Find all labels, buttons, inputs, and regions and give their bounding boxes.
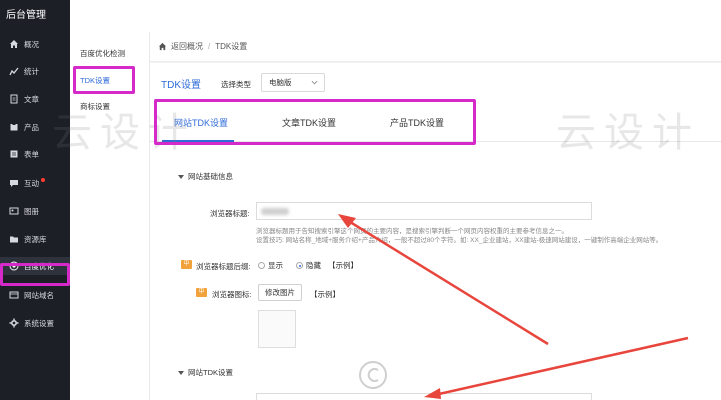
title-hint-line2: 设置技巧: 网站名称_地域+服务介绍+产品介绍，一般不超过80个字符。如: XX… [256,237,663,244]
sidebar-item-label: 概况 [24,39,39,49]
change-image-button[interactable]: 修改图片 [258,284,302,301]
type-select-value: 电脑版 [269,78,292,87]
section-site-basic[interactable]: 网站基础信息 [178,171,233,182]
sidebar-item-label: 互动 [24,178,39,188]
site-tdk-input[interactable] [256,393,592,400]
sidebar-item-label: 表单 [24,149,39,159]
image-icon [9,206,19,216]
sidebar-item-stats[interactable]: 统计 [0,62,70,80]
highlight-tabs [154,99,476,145]
radio-show-circle [258,262,265,269]
sidebar-item-label: 系统设置 [24,318,54,328]
type-select[interactable]: 电脑版 [261,73,325,92]
home-icon [9,39,19,49]
highlight-sidebar-seo [0,263,70,286]
sidebar-item-gallery[interactable]: 图册 [0,202,70,220]
browser-title-input[interactable] [256,202,592,220]
home-icon [158,42,167,51]
chart-icon [9,66,19,76]
breadcrumb-back-link[interactable]: 返回概况 [171,41,203,52]
chevron-down-icon [311,80,318,85]
sidebar-item-settings[interactable]: 系统设置 [0,314,70,332]
title-hint-line1: 浏览器标题用于告知搜索引擎这个网页的主要内容，是搜索引擎判断一个网页内容权重的主… [256,228,568,235]
sidebar-item-label: 统计 [24,66,39,76]
globe-icon [9,290,19,300]
suffix-example-link[interactable]: 【示例】 [328,260,358,271]
top-bar [70,0,721,32]
favicon-preview [258,310,296,348]
icon-label: 浏览器图标: [212,290,252,299]
gear-icon [9,318,19,328]
icon-example-link[interactable]: 【示例】 [310,289,340,300]
subnav-item-seo-check[interactable]: 百度优化检测 [80,48,125,59]
sidebar-item-label: 产品 [24,122,39,132]
suffix-label: 浏览器标题后缀: [196,262,251,271]
page-title: TDK设置 [161,80,201,91]
sidebar-item-resources[interactable]: 资源库 [0,230,70,248]
section-site-tdk-label: 网站TDK设置 [188,368,233,377]
caret-down-icon [178,174,184,179]
breadcrumb: 返回概况 / TDK设置 [150,32,721,62]
section-site-basic-label: 网站基础信息 [188,172,233,181]
form-icon [9,149,19,159]
sidebar-item-label: 文章 [24,94,39,104]
radio-show-label: 显示 [268,261,283,270]
sidebar-item-overview[interactable]: 概况 [0,35,70,53]
sidebar-item-label: 资源库 [24,234,47,244]
radio-hide-circle [296,262,303,269]
radio-show[interactable]: 显示 [258,260,283,271]
section-site-tdk[interactable]: 网站TDK设置 [178,367,233,378]
doc-icon [9,94,19,104]
type-label: 选择类型 [221,80,251,89]
sidebar-item-label: 网站域名 [24,290,54,300]
caret-down-icon [178,370,184,375]
breadcrumb-current: TDK设置 [215,42,248,51]
watermark-right: 云设计 [556,110,700,156]
chat-icon [9,178,19,188]
sidebar-item-domain[interactable]: 网站域名 [0,286,70,304]
notification-dot [41,178,45,182]
highlight-subnav-tdk [73,66,135,94]
browser-title-label: 浏览器标题: [210,209,250,218]
box-icon [9,122,19,132]
sidebar-item-label: 图册 [24,206,39,216]
radio-hide-label: 隐藏 [306,261,321,270]
brand-title: 后台管理 [6,10,46,21]
radio-hide[interactable]: 隐藏 [296,260,321,271]
blurred-title-value [261,208,289,215]
folder-icon [9,234,19,244]
lang-badge-2: 中 [196,288,207,297]
sidebar-item-interact[interactable]: 互动 [0,174,70,192]
main-sidebar: 后台管理 [0,0,70,400]
breadcrumb-separator: / [208,42,211,51]
lang-badge: 中 [181,260,192,269]
